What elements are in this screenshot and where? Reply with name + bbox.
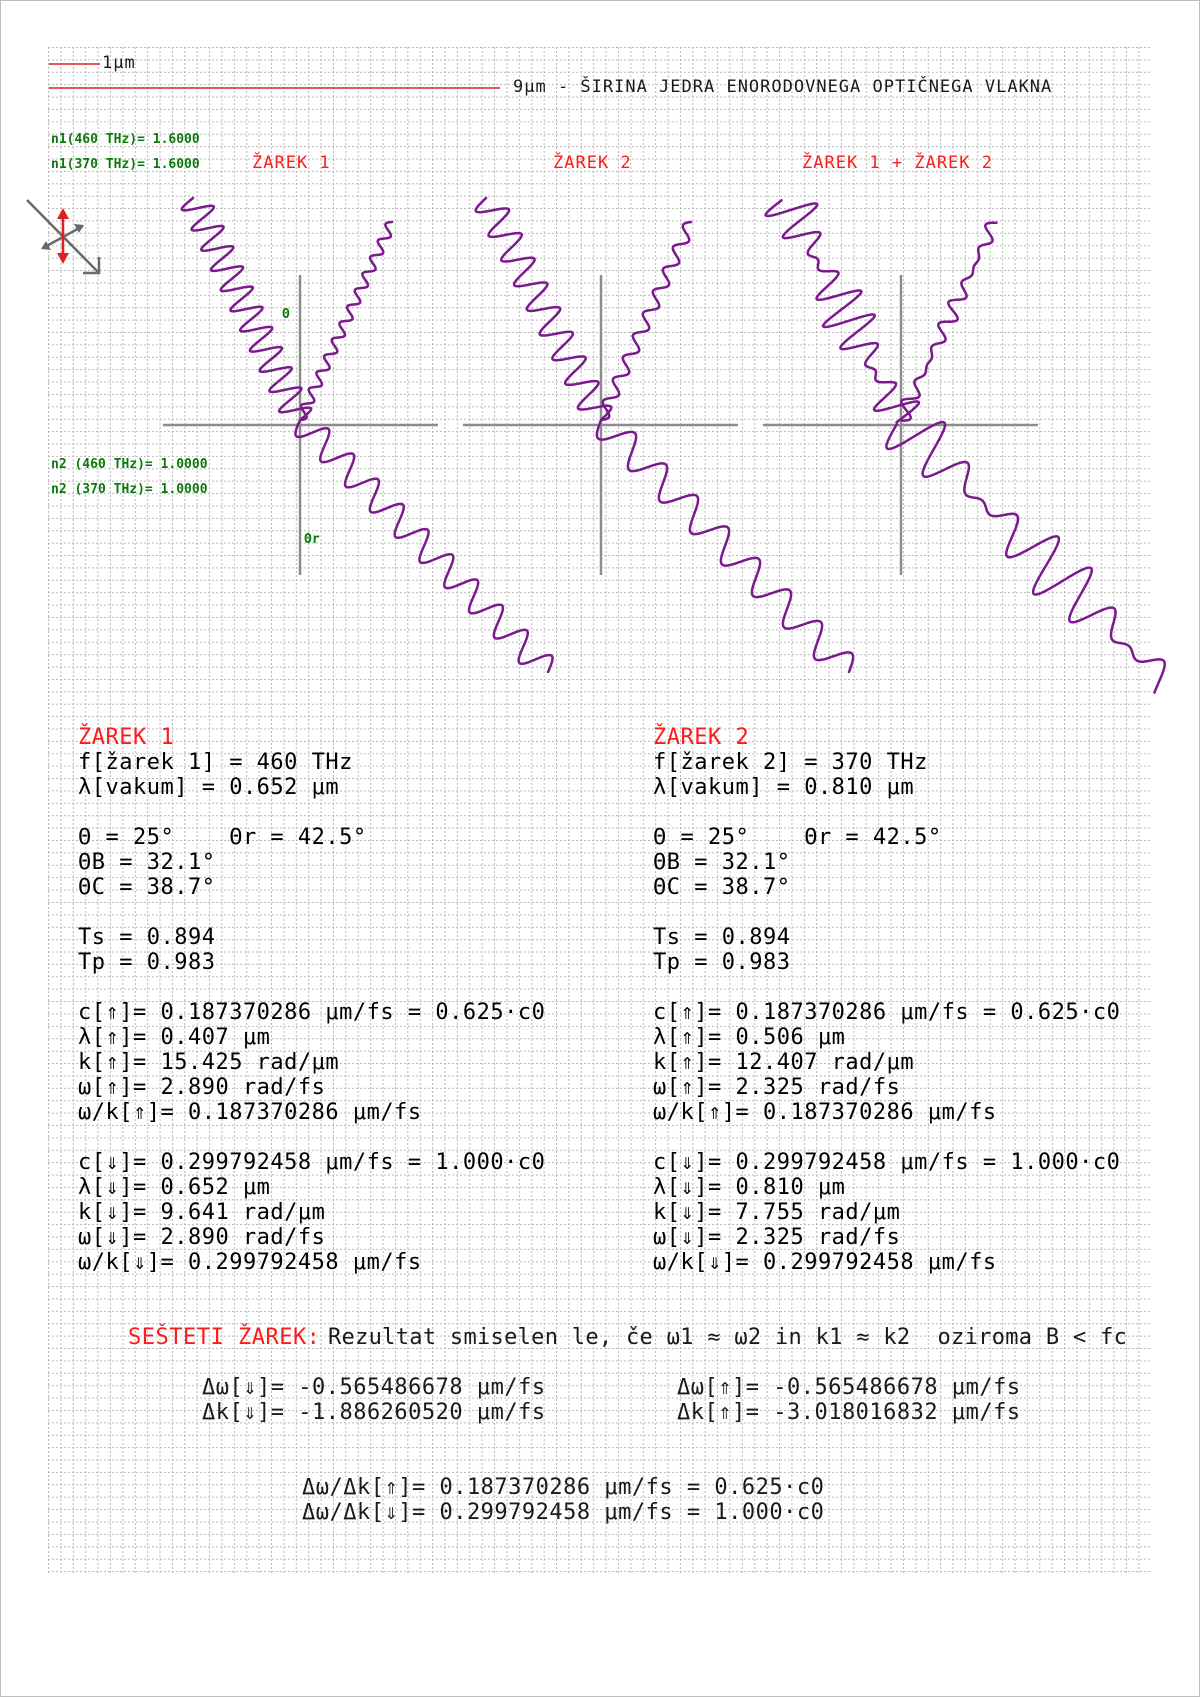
sum-label: SEŠTETI ŽAREK: (128, 1325, 321, 1350)
beam1-line: λ[⇓]= 0.652 μm (78, 1175, 271, 1200)
beam2-line: λ[⇓]= 0.810 μm (653, 1175, 846, 1200)
beam2-line: ΘC = 38.7° (653, 875, 791, 900)
beam1-line: f[žarek 1] = 460 THz (78, 750, 353, 775)
beam2-line (653, 975, 1120, 1000)
beam1-line (78, 1125, 545, 1150)
beam2-line: ω[⇓]= 2.325 rad/fs (653, 1225, 901, 1250)
beam2-line: f[žarek 2] = 370 THz (653, 750, 928, 775)
beam2-line: ΘB = 32.1° (653, 850, 791, 875)
beam1-line (78, 975, 545, 1000)
beam1-heading: ŽAREK 1 (78, 725, 175, 750)
beam2-line: c[⇑]= 0.187370286 μm/fs = 0.625·c0 (653, 1000, 1121, 1025)
beam2-heading: ŽAREK 2 (653, 725, 750, 750)
beam1-line: k[⇑]= 15.425 rad/μm (78, 1050, 340, 1075)
beam2-line: ω/k[⇓]= 0.299792458 μm/fs (653, 1250, 997, 1275)
incident-wave-beam1 (180, 196, 313, 422)
beam1-line: Θ = 25° Θr = 42.5° (78, 825, 367, 850)
beam1-line: λ[⇑]= 0.407 μm (78, 1025, 271, 1050)
beam2-line: λ[⇑]= 0.506 μm (653, 1025, 846, 1050)
reflected-wave-beam1 (298, 220, 394, 422)
incident-wave-sum (764, 199, 921, 424)
delta-omega-down: Δω[⇓]= -0.565486678 μm/fs (202, 1375, 546, 1400)
delta-omega-up: Δω[⇑]= -0.565486678 μm/fs (677, 1375, 1021, 1400)
beam2-line: λ[vakum] = 0.810 μm (653, 775, 915, 800)
wave-group (180, 196, 1166, 694)
beam2-line: ω/k[⇑]= 0.187370286 μm/fs (653, 1100, 997, 1125)
beam1-line: c[⇓]= 0.299792458 μm/fs = 1.000·c0 (78, 1150, 546, 1175)
group-velocity-up: Δω/Δk[⇑]= 0.187370286 μm/fs = 0.625·c0 (302, 1475, 825, 1500)
reflected-wave-beam2 (599, 220, 693, 422)
beam2-line (653, 1125, 1120, 1150)
beam1-line (78, 900, 545, 925)
beam2-line: k[⇓]= 7.755 rad/μm (653, 1200, 901, 1225)
beam1-line: ω[⇓]= 2.890 rad/fs (78, 1225, 326, 1250)
polarization-icon (26, 199, 101, 275)
beam2-line: ω[⇑]= 2.325 rad/fs (653, 1075, 901, 1100)
beam2-line (653, 900, 1120, 925)
beam1-line: Ts = 0.894 (78, 925, 216, 950)
group-velocity-down: Δω/Δk[⇓]= 0.299792458 μm/fs = 1.000·c0 (302, 1500, 825, 1525)
beam1-line: ΘB = 32.1° (78, 850, 216, 875)
beam1-line: ω/k[⇑]= 0.187370286 μm/fs (78, 1100, 422, 1125)
beam1-line: Tp = 0.983 (78, 950, 216, 975)
delta-k-down: Δk[⇓]= -1.886260520 μm/fs (202, 1400, 546, 1425)
transmitted-wave-beam1 (294, 418, 554, 674)
transmitted-wave-beam2 (595, 418, 855, 674)
beam2-line: c[⇓]= 0.299792458 μm/fs = 1.000·c0 (653, 1150, 1121, 1175)
beam2-line (653, 800, 1120, 825)
beam1-line: c[⇑]= 0.187370286 μm/fs = 0.625·c0 (78, 1000, 546, 1025)
beam1-line: ΘC = 38.7° (78, 875, 216, 900)
transmitted-wave-sum (885, 420, 1166, 694)
beam2-line: Θ = 25° Θr = 42.5° (653, 825, 942, 850)
beam2-line: k[⇑]= 12.407 rad/μm (653, 1050, 915, 1075)
beam2-line: Tp = 0.983 (653, 950, 791, 975)
incident-wave-beam2 (474, 196, 613, 422)
beam1-line (78, 800, 545, 825)
refraction-diagram (26, 196, 1166, 694)
reflected-wave-sum (900, 221, 998, 422)
beam2-line: Ts = 0.894 (653, 925, 791, 950)
beam1-line: ω/k[⇓]= 0.299792458 μm/fs (78, 1250, 422, 1275)
beam1-parameters: f[žarek 1] = 460 THz λ[vakum] = 0.652 μm Θ… (78, 750, 545, 1275)
sum-note: Rezultat smiselen le, če ω1 ≈ ω2 in k1 ≈… (328, 1325, 1128, 1350)
beam1-line: λ[vakum] = 0.652 μm (78, 775, 340, 800)
beam1-line: k[⇓]= 9.641 rad/μm (78, 1200, 326, 1225)
beam1-line: ω[⇑]= 2.890 rad/fs (78, 1075, 326, 1100)
beam2-parameters: f[žarek 2] = 370 THz λ[vakum] = 0.810 μm Θ… (653, 750, 1120, 1275)
delta-k-up: Δk[⇑]= -3.018016832 μm/fs (677, 1400, 1021, 1425)
